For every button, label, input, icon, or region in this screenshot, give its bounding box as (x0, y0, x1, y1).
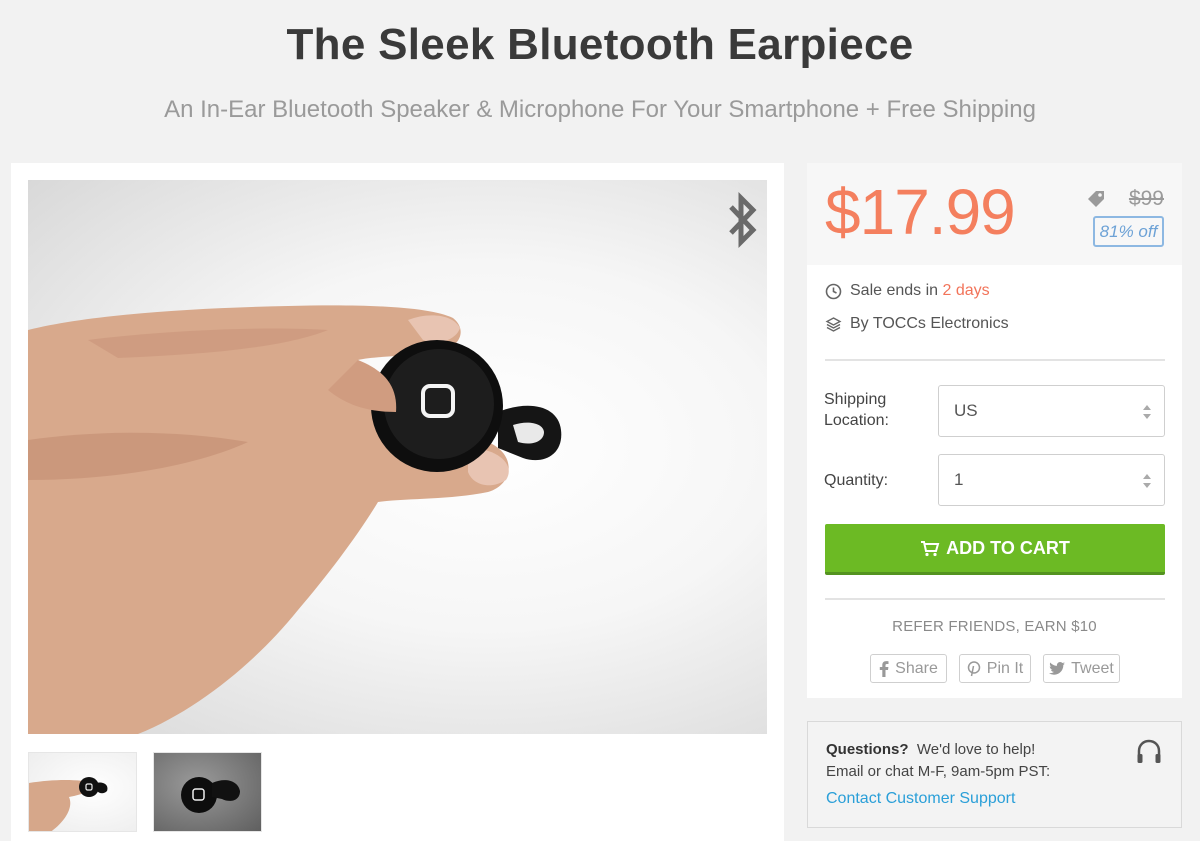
seller-info: By TOCCs Electronics (825, 315, 1009, 333)
sale-price: $17.99 (825, 176, 1016, 248)
shipping-location-value: US (954, 401, 978, 420)
select-arrows-icon (1143, 474, 1151, 488)
tweet-label: Tweet (1071, 659, 1114, 677)
quantity-value: 1 (954, 470, 964, 489)
thumbnail-1[interactable] (28, 752, 137, 832)
share-label: Share (895, 659, 938, 677)
pinterest-pin-button[interactable]: Pin It (959, 654, 1031, 683)
headset-icon (1137, 739, 1161, 763)
thumbnail-photo (181, 777, 240, 813)
support-hours: Email or chat M-F, 9am-5pm PST: (826, 763, 1051, 780)
thumbnail-2[interactable] (153, 752, 262, 832)
add-to-cart-label: ADD TO CART (946, 538, 1070, 558)
add-to-cart-button[interactable]: ADD TO CART (825, 524, 1165, 575)
pinterest-icon (967, 660, 981, 676)
facebook-icon (879, 660, 889, 677)
twitter-tweet-button[interactable]: Tweet (1043, 654, 1120, 683)
seller-name: By TOCCs Electronics (850, 315, 1009, 332)
cart-icon (921, 540, 940, 556)
contact-support-link[interactable]: Contact Customer Support (826, 790, 1015, 808)
bluetooth-icon (729, 191, 757, 249)
hand-holding-earpiece-photo (28, 305, 562, 734)
shipping-location-label: Shipping Location: (824, 391, 889, 429)
quantity-label: Quantity: (824, 472, 889, 489)
support-question: Questions? We'd love to help! (826, 741, 1036, 758)
price-row: $17.99 $99 81% off (807, 163, 1182, 265)
referral-text: REFER FRIENDS, EARN $10 (892, 618, 1097, 635)
clock-icon (825, 283, 842, 299)
twitter-icon (1049, 662, 1066, 675)
product-gallery (11, 163, 784, 841)
layers-icon (825, 316, 842, 332)
divider (825, 359, 1165, 361)
main-product-image[interactable] (28, 180, 767, 734)
sale-ends-label: Sale ends in (850, 282, 939, 299)
price-tag-icon (1088, 191, 1104, 207)
sale-remaining: 2 days (942, 282, 990, 299)
buy-panel: $17.99 $99 81% off Sale ends in 2 days B… (807, 163, 1182, 698)
original-price: $99 (1128, 187, 1164, 210)
sale-countdown: Sale ends in 2 days (825, 282, 990, 300)
facebook-share-button[interactable]: Share (870, 654, 947, 683)
select-arrows-icon (1143, 405, 1151, 419)
discount-badge: 81% off (1093, 216, 1164, 247)
divider (825, 598, 1165, 600)
pin-label: Pin It (986, 659, 1024, 677)
page-title: The Sleek Bluetooth Earpiece (286, 20, 914, 69)
customer-support-box: Questions? We'd love to help! Email or c… (807, 721, 1182, 828)
shipping-location-select[interactable]: US (938, 385, 1165, 437)
quantity-select[interactable]: 1 (938, 454, 1165, 506)
thumbnail-photo (29, 777, 108, 831)
page-subtitle: An In-Ear Bluetooth Speaker & Microphone… (164, 96, 1036, 123)
